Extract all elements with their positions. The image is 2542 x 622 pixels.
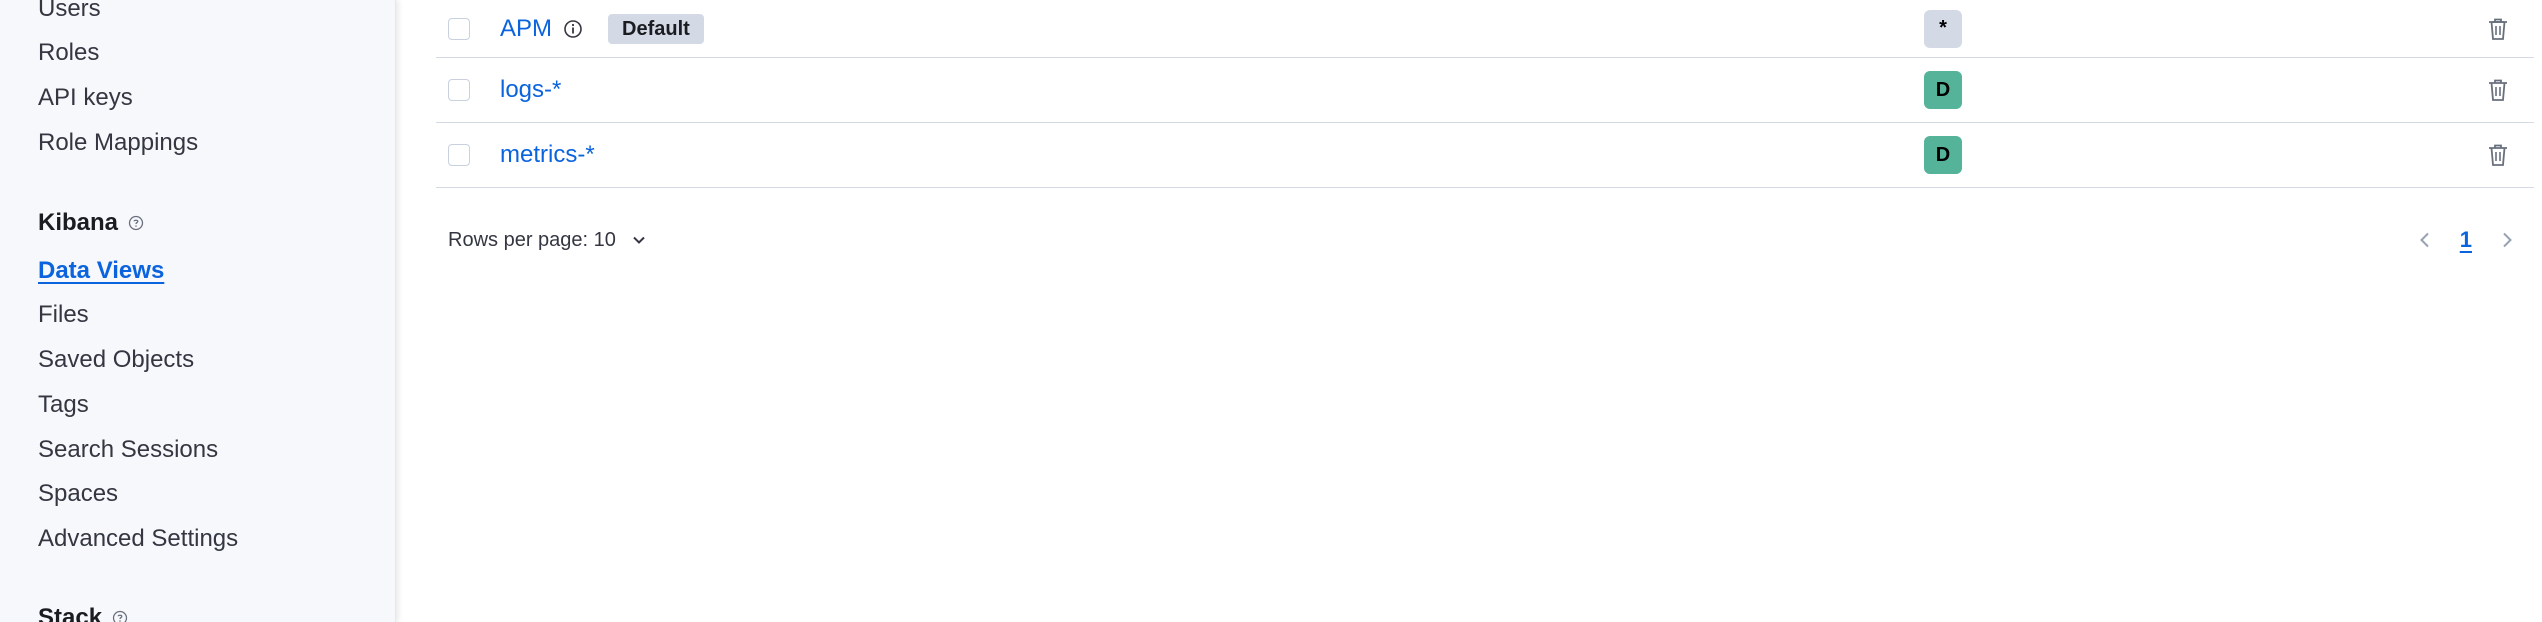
nav-item-tags[interactable]: Tags [38,390,89,420]
trash-icon[interactable] [2484,15,2512,43]
section-title-stack: Stack [38,603,128,622]
data-view-link[interactable]: APM [500,15,552,43]
chevron-left-icon[interactable] [2414,229,2436,251]
trash-icon[interactable] [2484,141,2512,169]
chevron-down-icon [628,229,650,251]
data-views-table: APM Default * logs-* D metrics-* D [436,0,2534,188]
space-avatar: D [1924,71,1962,109]
nav-item-advanced-settings[interactable]: Advanced Settings [38,524,238,554]
nav-item-users[interactable]: Users [38,0,101,24]
side-nav: Users Roles API keys Role Mappings Kiban… [0,0,396,622]
nav-item-api-keys[interactable]: API keys [38,83,133,113]
question-circle-icon[interactable] [128,215,144,231]
nav-item-search-sessions[interactable]: Search Sessions [38,435,218,465]
rows-per-page-button[interactable]: Rows per page: 10 [448,222,650,258]
trash-icon[interactable] [2484,76,2512,104]
table-row: logs-* D [436,58,2534,123]
chevron-right-icon[interactable] [2496,229,2518,251]
space-avatar: * [1924,9,1962,48]
main-content: APM Default * logs-* D metrics-* D Rows … [396,0,2542,622]
row-checkbox[interactable] [448,79,470,101]
rows-per-page-label: Rows per page: 10 [448,228,616,251]
table-row: APM Default * [436,0,2534,58]
info-icon[interactable] [562,18,584,40]
nav-item-files[interactable]: Files [38,300,89,330]
data-view-link[interactable]: metrics-* [500,141,595,169]
section-title-stack-label: Stack [38,604,103,622]
name-cell: logs-* [500,76,561,104]
page-number-button[interactable]: 1 [2454,227,2478,253]
section-title-kibana: Kibana [38,208,144,238]
row-checkbox[interactable] [448,17,470,40]
space-avatar: D [1924,136,1962,174]
nav-item-roles[interactable]: Roles [38,38,99,68]
default-badge: Default [608,13,704,44]
table-row: metrics-* D [436,123,2534,188]
nav-item-data-views[interactable]: Data Views [38,256,164,286]
question-circle-icon[interactable] [112,610,128,622]
table-pagination: Rows per page: 10 1 [448,222,2518,258]
page-controls: 1 [2414,222,2518,258]
section-title-kibana-label: Kibana [38,209,119,236]
nav-item-saved-objects[interactable]: Saved Objects [38,345,194,375]
nav-item-role-mappings[interactable]: Role Mappings [38,128,198,158]
data-view-link[interactable]: logs-* [500,76,561,104]
name-cell: metrics-* [500,141,595,169]
app-root: Users Roles API keys Role Mappings Kiban… [0,0,2542,622]
nav-item-spaces[interactable]: Spaces [38,479,118,509]
row-checkbox[interactable] [448,144,470,166]
name-cell: APM Default [500,13,704,44]
